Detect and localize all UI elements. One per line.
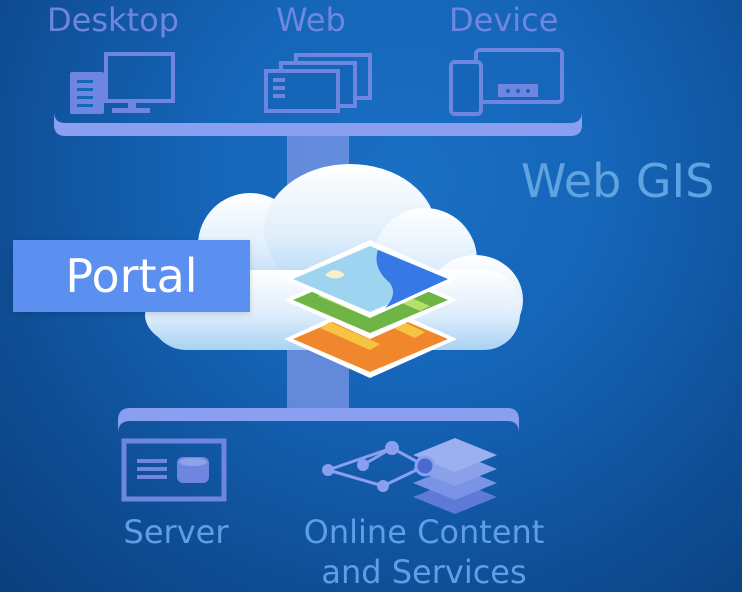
network-layers-icon <box>322 438 497 514</box>
online-content-line2: and Services <box>321 553 527 591</box>
portal-box: Portal <box>13 240 250 312</box>
desktop-icon <box>70 52 175 114</box>
device-icon <box>449 48 564 116</box>
top-bracket <box>54 112 582 136</box>
server-label: Server <box>123 513 229 551</box>
online-content-label: Online Content and Services <box>276 512 572 592</box>
web-gis-label: Web GIS <box>521 154 715 208</box>
portal-label: Portal <box>65 249 198 303</box>
online-content-line1: Online Content <box>303 513 545 551</box>
bottom-bracket <box>118 408 519 433</box>
server-icon <box>121 438 227 502</box>
web-icon <box>264 53 372 113</box>
